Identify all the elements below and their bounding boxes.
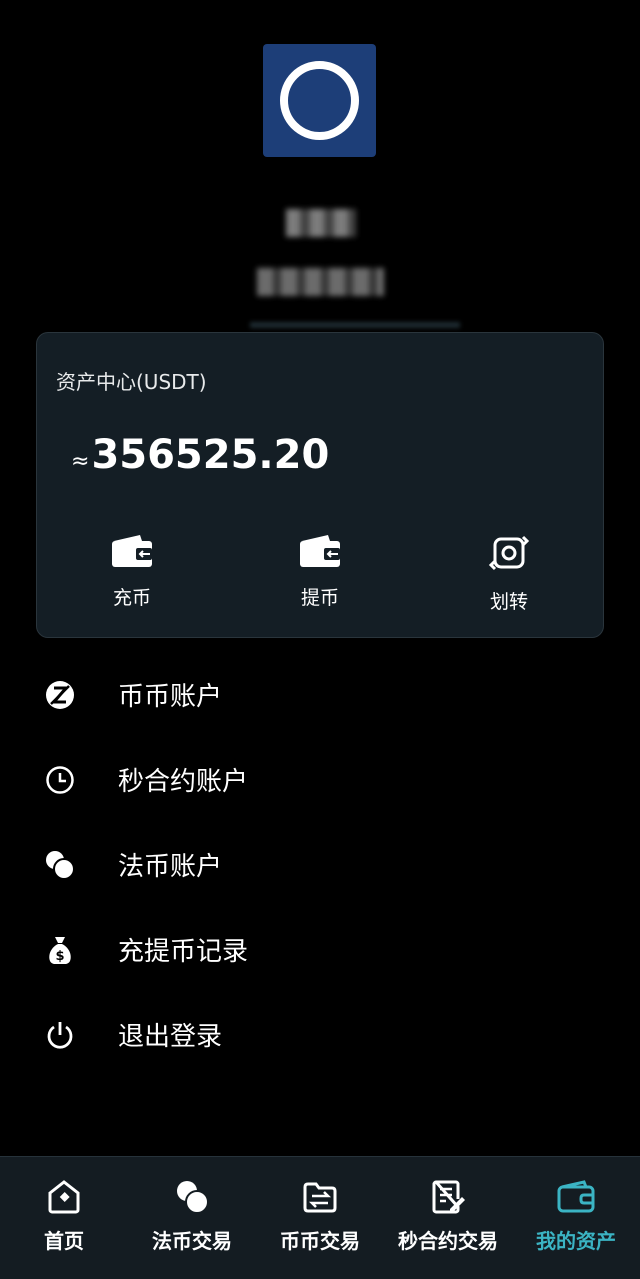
menu-item-deposit-records[interactable]: $ 充提币记录: [0, 907, 640, 992]
nav-coin-trade[interactable]: 币币交易: [256, 1179, 384, 1254]
deposit-button[interactable]: 充币: [72, 533, 192, 610]
nav-home[interactable]: 首页: [0, 1179, 128, 1254]
contract-icon: [432, 1180, 465, 1214]
withdraw-label: 提币: [300, 587, 339, 609]
nav-label: 秒合约交易: [398, 1229, 498, 1253]
blurred-username: [286, 209, 356, 237]
nav-contract-trade[interactable]: 秒合约交易: [384, 1179, 512, 1254]
balance-value: 356525.20: [91, 432, 330, 478]
fiat-trade-icon: [177, 1181, 209, 1214]
wallet-withdraw-icon: [300, 535, 340, 567]
app-logo: [263, 44, 376, 157]
transfer-icon: [488, 535, 530, 571]
asset-center-card: 资产中心(USDT) ≈356525.20 充币 提币 划转: [36, 332, 604, 638]
power-icon: [47, 1022, 73, 1049]
home-icon: [48, 1180, 80, 1214]
coin-account-icon: [46, 681, 74, 709]
fiat-circles-icon: [46, 851, 75, 880]
total-balance: ≈356525.20: [71, 432, 329, 478]
menu-label: 币币账户: [118, 682, 223, 712]
menu-item-contract-account[interactable]: 秒合约账户: [0, 737, 640, 822]
wallet-icon: [557, 1180, 595, 1213]
nav-fiat-trade[interactable]: 法币交易: [128, 1179, 256, 1254]
nav-label: 首页: [44, 1229, 84, 1253]
card-title: 资产中心(USDT): [56, 370, 207, 394]
wallet-deposit-icon: [112, 535, 152, 567]
folder-exchange-icon: [303, 1182, 337, 1213]
logo-ring-icon: [280, 61, 359, 140]
nav-label: 币币交易: [280, 1229, 360, 1253]
clock-icon: [46, 766, 74, 794]
withdraw-button[interactable]: 提币: [260, 533, 380, 610]
approx-symbol: ≈: [71, 449, 90, 474]
transfer-button[interactable]: 划转: [449, 533, 569, 614]
blurred-account-id: [257, 268, 384, 296]
menu-label: 充提币记录: [118, 937, 249, 967]
menu-label: 退出登录: [118, 1022, 223, 1052]
deposit-label: 充币: [112, 587, 151, 609]
menu-item-coin-account[interactable]: 币币账户: [0, 652, 640, 737]
menu-label: 秒合约账户: [118, 767, 249, 797]
divider: [250, 322, 460, 328]
account-menu: 币币账户 秒合约账户 法币账户 $ 充提币记录 退出登录: [0, 652, 640, 1077]
nav-label: 法币交易: [152, 1229, 232, 1253]
card-actions: 充币 提币 划转: [37, 533, 603, 623]
svg-text:$: $: [55, 949, 64, 964]
bottom-nav: 首页 法币交易 币币交易 秒合约交易 我的资产: [0, 1156, 640, 1279]
menu-label: 法币账户: [118, 852, 223, 882]
transfer-label: 划转: [489, 591, 528, 613]
menu-item-fiat-account[interactable]: 法币账户: [0, 822, 640, 907]
money-bag-icon: $: [49, 937, 71, 964]
menu-item-logout[interactable]: 退出登录: [0, 992, 640, 1077]
nav-my-assets[interactable]: 我的资产: [512, 1179, 640, 1254]
nav-label: 我的资产: [536, 1229, 616, 1253]
